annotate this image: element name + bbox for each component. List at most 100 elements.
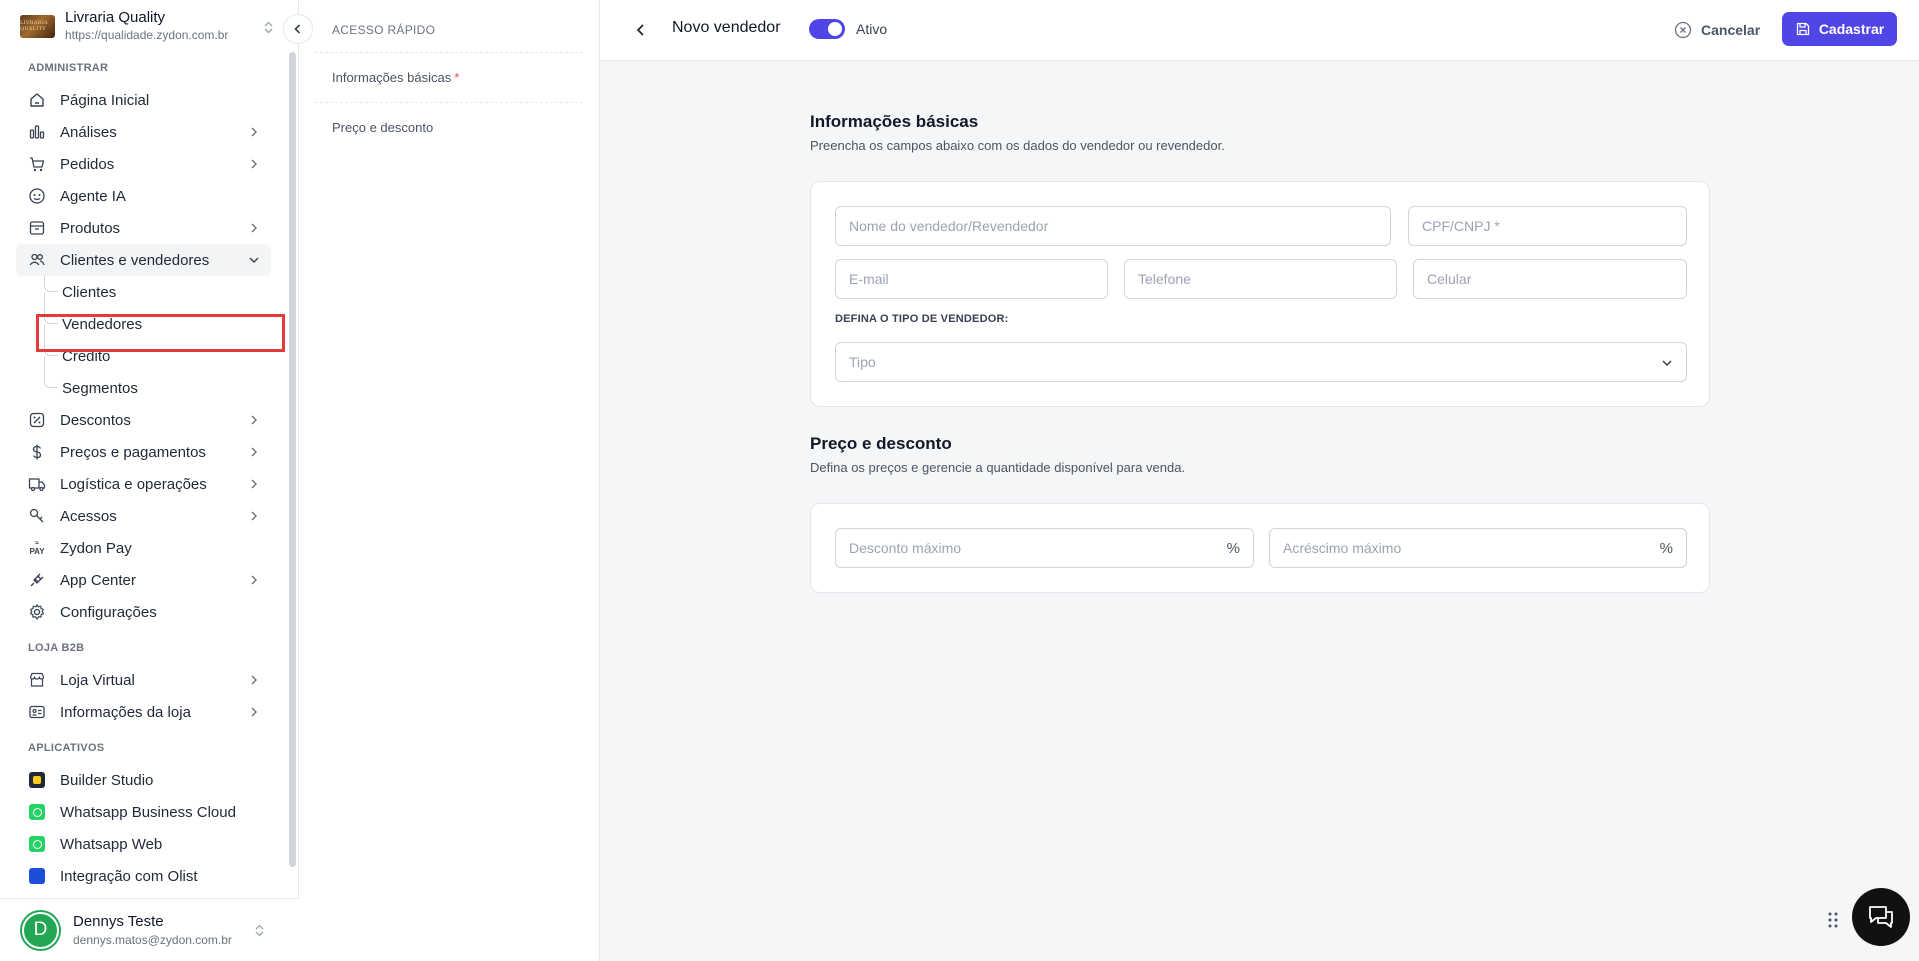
sidebar-item-produtos[interactable]: Produtos	[16, 212, 271, 244]
submit-button[interactable]: Cadastrar	[1782, 12, 1897, 46]
chevron-left-icon	[636, 24, 644, 36]
section-title-b2b: LOJA B2B	[28, 642, 85, 654]
active-toggle-label: Ativo	[856, 21, 888, 37]
submit-label: Cadastrar	[1818, 21, 1885, 37]
chat-icon	[1869, 906, 1893, 928]
plug-icon	[28, 571, 46, 589]
truck-icon	[28, 475, 46, 493]
mobile-field[interactable]: Celular	[1413, 259, 1687, 299]
bar-chart-icon	[28, 123, 46, 141]
whatsapp-icon	[28, 803, 46, 821]
cpf-cnpj-input[interactable]: CPF/CNPJ *	[1408, 206, 1687, 246]
sidebar-item-label: Agente IA	[60, 187, 126, 205]
save-icon	[1796, 22, 1809, 36]
chevron-right-icon	[251, 707, 257, 717]
quick-link-informacoes-basicas[interactable]: Informações básicas *	[315, 52, 583, 102]
back-button[interactable]	[631, 20, 651, 40]
box-icon	[28, 219, 46, 237]
sidebar-item-pedidos[interactable]: Pedidos	[16, 148, 271, 180]
sidebar-item-label: Informações da loja	[60, 703, 191, 721]
percent-suffix: %	[1226, 540, 1240, 557]
dollar-icon	[28, 443, 46, 461]
sidebar-item-label: Whatsapp Web	[60, 835, 163, 853]
cancel-label: Cancelar	[1701, 22, 1761, 38]
vendor-name-input[interactable]: Nome do vendedor/Revendedor	[835, 206, 1391, 246]
quick-access-panel: ACESSO RÁPIDO Informações básicas * Preço…	[299, 0, 600, 961]
chevron-down-icon	[249, 257, 259, 263]
sidebar-app-whatsapp-business[interactable]: Whatsapp Business Cloud	[16, 796, 271, 828]
section-subtitle: Preencha os campos abaixo com os dados d…	[810, 138, 1225, 153]
tree-line	[44, 308, 58, 340]
drag-handle-icon[interactable]	[1827, 911, 1839, 929]
store-name: Livraria Quality	[65, 9, 166, 26]
sidebar-item-informacoes-loja[interactable]: Informações da loja	[16, 696, 271, 728]
sidebar-item-descontos[interactable]: Descontos	[16, 404, 271, 436]
sidebar-item-label: Acessos	[60, 507, 117, 525]
chat-button[interactable]	[1852, 888, 1910, 946]
sidebar-scrollbar[interactable]	[289, 52, 296, 867]
section-title: Informações básicas	[810, 112, 979, 131]
key-icon	[28, 507, 46, 525]
sidebar-item-agente-ia[interactable]: Agente IA	[16, 180, 271, 212]
sidebar-item-analises[interactable]: Análises	[16, 116, 271, 148]
sidebar-app-olist[interactable]: Integração com Olist	[16, 860, 271, 892]
sidebar-item-acessos[interactable]: Acessos	[16, 500, 271, 532]
selector-icon[interactable]	[264, 21, 273, 34]
max-increase-input[interactable]: Acréscimo máximo %	[1269, 528, 1687, 568]
sidebar-app-whatsapp-web[interactable]: Whatsapp Web	[16, 828, 271, 860]
robot-icon	[28, 187, 46, 205]
cancel-button[interactable]: Cancelar	[1674, 17, 1760, 43]
chevron-right-icon	[251, 575, 257, 585]
section-subtitle: Defina os preços e gerencie a quantidade…	[810, 460, 1186, 475]
sidebar-item-precos-pagamentos[interactable]: Preços e pagamentos	[16, 436, 271, 468]
chevron-right-icon	[251, 479, 257, 489]
sidebar-subitem-clientes[interactable]: Clientes	[0, 276, 287, 308]
email-field[interactable]: E-mail	[835, 259, 1108, 299]
chevron-right-icon	[251, 159, 257, 169]
chevron-right-icon	[251, 447, 257, 457]
collapse-sidebar-button[interactable]	[283, 14, 313, 44]
store-switcher[interactable]: LIVRARIA QUALITY Livraria Quality https:…	[0, 0, 298, 52]
store-icon	[28, 671, 46, 689]
vendor-type-select[interactable]: Tipo	[835, 342, 1687, 382]
sidebar-subitem-credito[interactable]: Crédito	[0, 340, 287, 372]
quick-link-preco-desconto[interactable]: Preço e desconto	[315, 102, 583, 152]
user-menu[interactable]: D Dennys Teste dennys.matos@zydon.com.br	[0, 898, 299, 961]
phone-field[interactable]: Telefone	[1124, 259, 1397, 299]
sidebar-item-configuracoes[interactable]: Configurações	[16, 596, 271, 628]
sidebar-nav: ADMINISTRAR Página Inicial Análises Pedi…	[0, 52, 287, 898]
sidebar-item-loja-virtual[interactable]: Loja Virtual	[16, 664, 271, 696]
sidebar-item-label: Preços e pagamentos	[60, 443, 206, 461]
sidebar-subitem-vendedores[interactable]: Vendedores	[0, 308, 287, 340]
sidebar-item-label: Produtos	[60, 219, 121, 237]
chevron-down-icon	[1662, 360, 1672, 367]
user-email: dennys.matos@zydon.com.br	[73, 933, 232, 947]
sidebar-item-clientes-vendedores[interactable]: Clientes e vendedores	[16, 244, 271, 276]
sidebar-subitem-label: Clientes	[62, 283, 117, 301]
active-toggle[interactable]	[809, 19, 845, 39]
tree-line	[44, 372, 58, 388]
gear-icon	[28, 603, 46, 621]
sidebar-subitem-label: Crédito	[62, 347, 111, 365]
sidebar-item-label: App Center	[60, 571, 136, 589]
selector-icon[interactable]	[255, 924, 264, 937]
percent-suffix: %	[1659, 540, 1673, 557]
sidebar-item-app-center[interactable]: App Center	[16, 564, 271, 596]
required-marker: *	[454, 70, 460, 85]
basic-info-card: Nome do vendedor/Revendedor CPF/CNPJ * E…	[810, 181, 1710, 407]
basic-info-header: Informações básicas Preencha os campos a…	[810, 112, 1710, 153]
olist-icon	[28, 867, 46, 885]
sidebar-item-home[interactable]: Página Inicial	[16, 84, 271, 116]
quick-access-title: ACESSO RÁPIDO	[332, 23, 436, 37]
chevron-right-icon	[251, 223, 257, 233]
sidebar-item-logistica[interactable]: Logística e operações	[16, 468, 271, 500]
close-circle-icon	[1674, 21, 1692, 39]
sidebar-app-builder-studio[interactable]: Builder Studio	[16, 764, 271, 796]
section-title: Preço e desconto	[810, 434, 952, 453]
sidebar-subitem-segmentos[interactable]: Segmentos	[0, 372, 287, 404]
sidebar-item-zydon-pay[interactable]: ≈ PAY Zydon Pay	[16, 532, 271, 564]
sidebar-item-label: Builder Studio	[60, 771, 154, 789]
sidebar: LIVRARIA QUALITY Livraria Quality https:…	[0, 0, 313, 961]
max-discount-input[interactable]: Desconto máximo %	[835, 528, 1254, 568]
pricing-header: Preço e desconto Defina os preços e gere…	[810, 434, 1710, 475]
